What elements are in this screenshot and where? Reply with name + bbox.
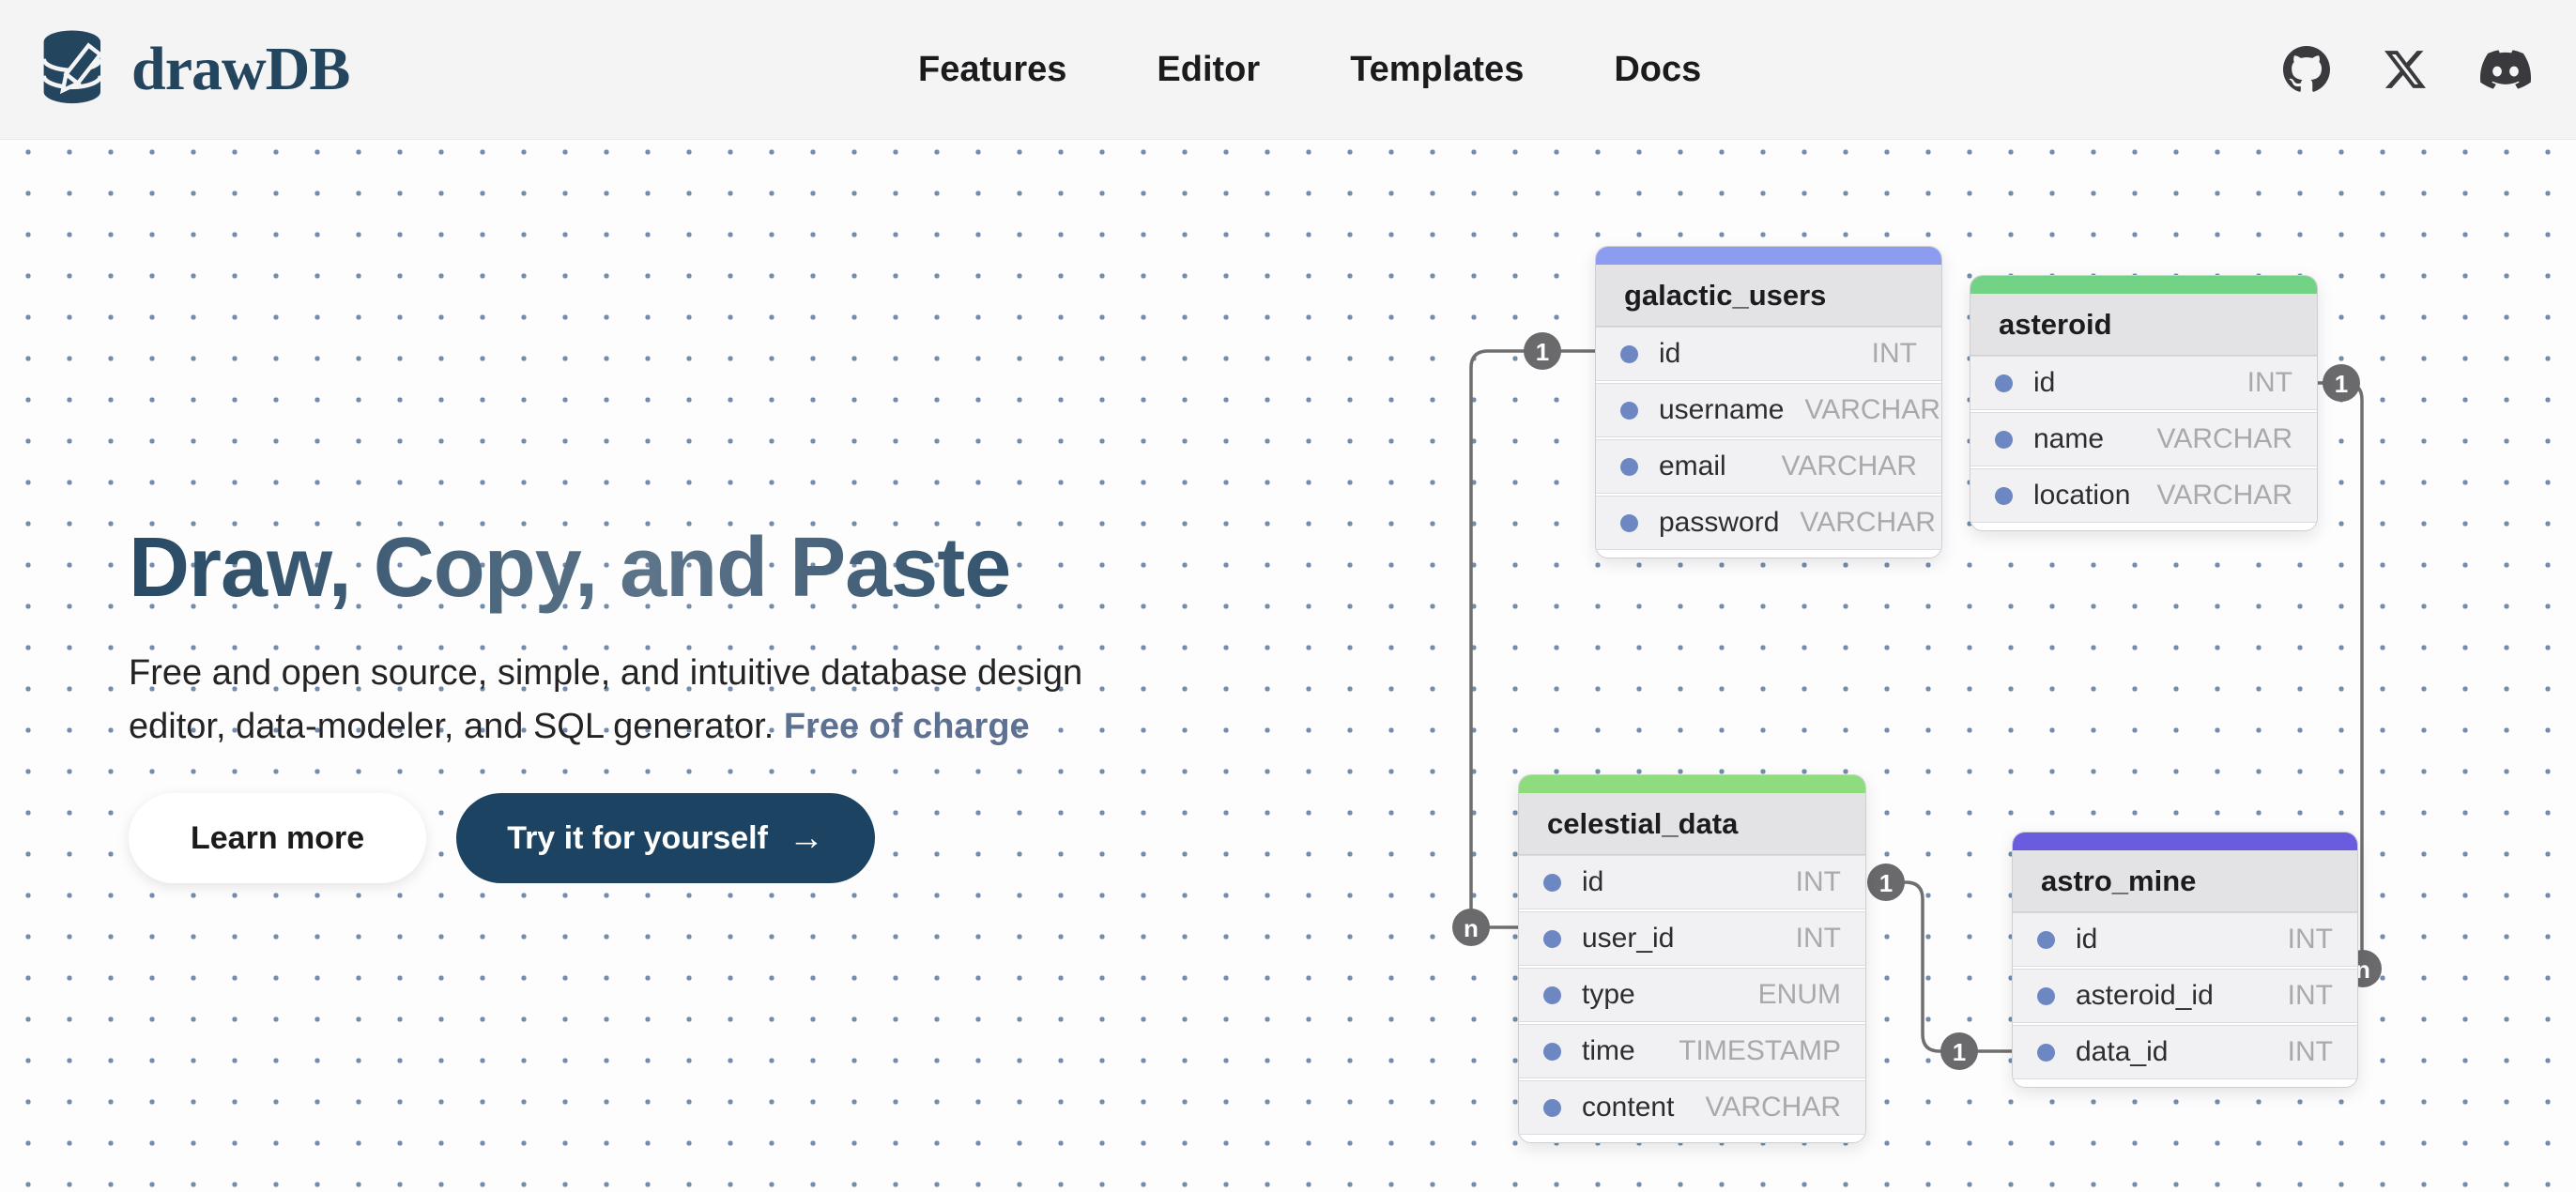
field-name: time [1582,1035,1635,1067]
field-type: INT [1796,923,1841,955]
table-field-row: id INT [2013,912,2357,967]
field-dot-icon [1543,874,1561,892]
field-name: password [1659,507,1779,539]
field-dot-icon [1620,514,1638,532]
table-field-row: password VARCHAR [1596,496,1941,550]
db-table-astro_mine: astro_mineid INT asteroid_id INT data_id INT [2012,832,2358,1088]
db-table-celestial_data: celestial_dataid INT user_id INT type ENUM tim… [1518,774,1866,1143]
table-accent-bar [2013,833,2357,850]
field-name: username [1659,394,1784,426]
field-dot-icon [2037,987,2055,1005]
table-field-row: username VARCHAR [1596,383,1941,437]
field-type: VARCHAR [1800,507,1935,539]
field-name: id [1659,338,1680,370]
table-accent-bar [1519,775,1865,793]
field-type: INT [1796,866,1841,898]
field-dot-icon [2037,1044,2055,1062]
table-field-row: id INT [1596,327,1941,381]
drawdb-logo[interactable]: drawDB [36,24,349,115]
table-field-row: content VARCHAR [1519,1080,1865,1135]
table-name: celestial_data [1519,793,1865,855]
logo-wordmark: drawDB [131,34,349,105]
field-type: TIMESTAMP [1679,1035,1841,1067]
table-name: galactic_users [1596,265,1941,327]
free-of-charge-highlight: Free of charge [784,707,1030,746]
nav-item-templates[interactable]: Templates [1350,50,1524,90]
table-field-row: user_id INT [1519,911,1865,966]
hero-subtitle-line2: editor, data-modeler, and SQL generator. [129,707,774,746]
field-name: id [2076,924,2097,955]
table-field-row: name VARCHAR [1970,412,2317,466]
field-dot-icon [1543,930,1561,948]
field-name: content [1582,1092,1674,1123]
table-field-row: type ENUM [1519,968,1865,1022]
field-name: id [2033,367,2055,399]
table-accent-bar [1596,247,1941,265]
nav-item-editor[interactable]: Editor [1157,50,1260,90]
field-dot-icon [1543,1043,1561,1061]
field-name: email [1659,451,1726,482]
field-dot-icon [1620,345,1638,363]
field-type: INT [2288,924,2333,955]
field-dot-icon [1995,487,2013,505]
field-type: INT [2247,367,2292,399]
try-it-label: Try it for yourself [507,820,768,857]
field-name: user_id [1582,923,1674,955]
field-type: VARCHAR [2157,480,2292,512]
field-dot-icon [1995,431,2013,449]
table-field-row: data_id INT [2013,1025,2357,1079]
database-pencil-icon [36,24,122,115]
field-name: asteroid_id [2076,980,2214,1012]
table-field-row: asteroid_id INT [2013,969,2357,1023]
field-name: data_id [2076,1036,2168,1068]
table-field-row: id INT [1970,356,2317,410]
table-field-row: id INT [1519,855,1865,909]
nav-links: Features Editor Templates Docs [918,50,1701,90]
field-type: INT [1872,338,1917,370]
field-type: INT [2288,1036,2333,1068]
field-dot-icon [1543,1099,1561,1117]
field-dot-icon [2037,931,2055,949]
hero-buttons: Learn more Try it for yourself → [129,793,1082,883]
field-dot-icon [1620,458,1638,476]
field-name: id [1582,866,1603,898]
top-nav: drawDB Features Editor Templates Docs [0,0,2576,140]
field-name: name [2033,423,2104,455]
hero-subtitle: Free and open source, simple, and intuit… [129,647,1082,754]
nav-item-docs[interactable]: Docs [1614,50,1701,90]
nav-item-features[interactable]: Features [918,50,1066,90]
field-name: location [2033,480,2130,512]
github-icon[interactable] [2283,46,2330,93]
field-type: ENUM [1758,979,1841,1011]
hero-section: Draw, Copy, and Paste Free and open sour… [129,522,1082,883]
db-table-galactic_users: galactic_usersid INT username VARCHAR email V… [1595,246,1942,558]
field-name: type [1582,979,1635,1011]
try-it-button[interactable]: Try it for yourself → [456,793,875,883]
table-name: asteroid [1970,294,2317,356]
hero-subtitle-line1: Free and open source, simple, and intuit… [129,653,1082,693]
social-links [2283,44,2531,95]
field-type: VARCHAR [1804,394,1940,426]
field-type: VARCHAR [1782,451,1917,482]
field-type: VARCHAR [2157,423,2292,455]
field-dot-icon [1620,402,1638,420]
learn-more-button[interactable]: Learn more [129,793,426,883]
field-type: VARCHAR [1706,1092,1841,1123]
table-field-row: email VARCHAR [1596,439,1941,494]
page-title: Draw, Copy, and Paste [129,522,1082,615]
table-accent-bar [1970,276,2317,294]
table-field-row: time TIMESTAMP [1519,1024,1865,1078]
field-dot-icon [1543,986,1561,1004]
arrow-right-icon: → [789,820,824,856]
table-name: astro_mine [2013,850,2357,912]
table-field-row: location VARCHAR [1970,468,2317,523]
discord-icon[interactable] [2480,44,2531,95]
field-type: INT [2288,980,2333,1012]
field-dot-icon [1995,374,2013,392]
db-table-asteroid: asteroid id INT name VARCHAR location VARCHAR [1970,275,2318,531]
x-icon[interactable] [2384,49,2426,90]
